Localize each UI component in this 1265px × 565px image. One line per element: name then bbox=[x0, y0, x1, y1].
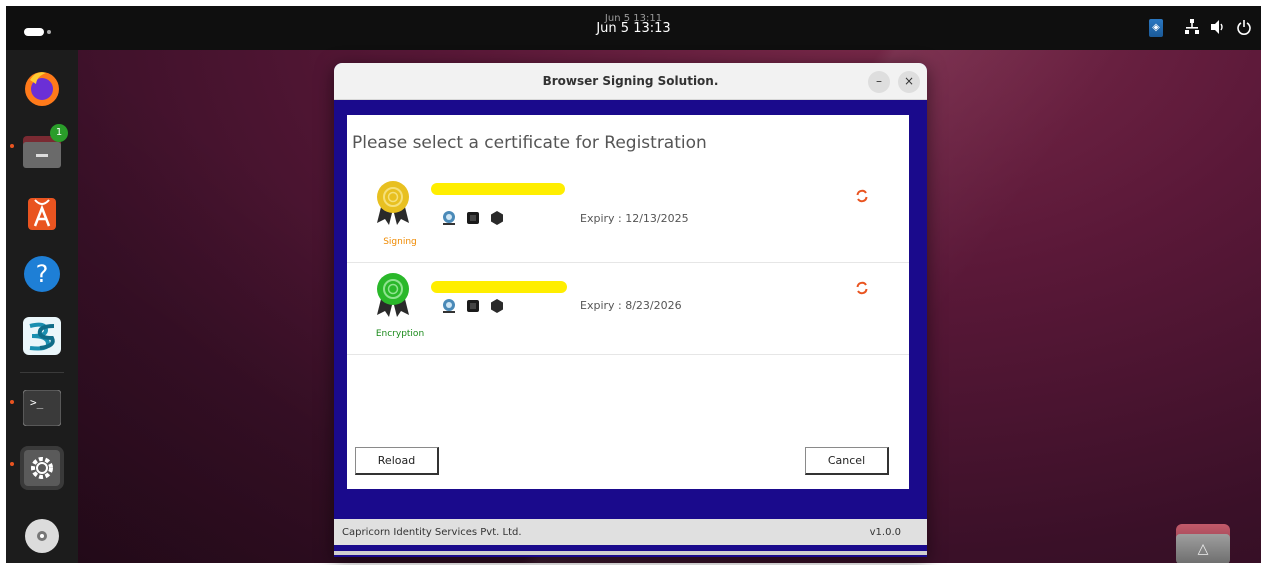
usage-key-icon bbox=[491, 211, 503, 225]
dock-files[interactable]: 1 bbox=[20, 124, 68, 172]
usage-chip-icon bbox=[467, 300, 479, 312]
signing-dialog: Browser Signing Solution. – × Please sel… bbox=[334, 63, 927, 557]
certificate-medal-icon bbox=[377, 181, 409, 225]
bs-app-icon bbox=[23, 317, 61, 355]
dialog-statusbar: Capricorn Identity Services Pvt. Ltd. v1… bbox=[334, 519, 927, 545]
power-icon bbox=[1237, 20, 1251, 35]
disc-icon bbox=[25, 519, 59, 553]
svg-text:>_: >_ bbox=[30, 396, 44, 409]
refresh-icon[interactable] bbox=[855, 189, 869, 203]
desktop-trash[interactable]: △ bbox=[1176, 524, 1230, 563]
refresh-icon[interactable] bbox=[855, 281, 869, 295]
minimize-button[interactable]: – bbox=[868, 71, 890, 93]
tray-app-icon[interactable]: ◈ bbox=[1149, 19, 1163, 37]
dock: 1 ? >_ bbox=[6, 50, 78, 563]
certificate-expiry: Expiry : 8/23/2026 bbox=[580, 299, 682, 312]
close-button[interactable]: × bbox=[898, 71, 920, 93]
usage-key-icon bbox=[491, 299, 503, 313]
top-bar: Jun 5 13:11 Jun 5 13:13 ◈ bbox=[6, 6, 1261, 50]
dock-settings[interactable] bbox=[20, 446, 64, 490]
usage-chip-icon bbox=[467, 212, 479, 224]
files-running-indicator bbox=[10, 144, 14, 148]
terminal-icon: >_ bbox=[23, 390, 61, 426]
dock-help[interactable]: ? bbox=[20, 252, 64, 296]
terminal-running-indicator bbox=[10, 400, 14, 404]
usage-id-icon bbox=[443, 211, 455, 225]
certificate-row-encryption[interactable]: Encryption Expiry : 8/23/2026 bbox=[347, 267, 909, 355]
app-version: v1.0.0 bbox=[869, 527, 901, 538]
certificate-expiry: Expiry : 12/13/2025 bbox=[580, 212, 689, 225]
company-name: Capricorn Identity Services Pvt. Ltd. bbox=[342, 527, 522, 538]
trash-icon: △ bbox=[1176, 534, 1230, 563]
certificate-type-label: Encryption bbox=[375, 329, 425, 339]
volume-icon bbox=[1211, 20, 1223, 34]
dock-bs-app[interactable] bbox=[20, 314, 64, 358]
settings-icon bbox=[24, 450, 60, 486]
network-icon bbox=[1185, 19, 1199, 34]
help-icon: ? bbox=[24, 256, 60, 292]
files-badge: 1 bbox=[50, 124, 68, 142]
dialog-bottom-edge bbox=[334, 551, 927, 555]
dock-app-center[interactable] bbox=[20, 190, 64, 234]
dock-separator bbox=[20, 372, 64, 373]
certificate-panel: Please select a certificate for Registra… bbox=[347, 115, 909, 489]
dock-disc[interactable] bbox=[20, 514, 64, 558]
certificate-row-signing[interactable]: Signing Expiry : 12/13/2025 bbox=[347, 175, 909, 263]
certificate-name-redaction bbox=[431, 281, 567, 293]
dialog-title: Browser Signing Solution. bbox=[542, 74, 719, 88]
svg-text:?: ? bbox=[36, 260, 49, 288]
reload-button[interactable]: Reload bbox=[355, 447, 439, 475]
certificate-name-redaction bbox=[431, 183, 565, 195]
usage-id-icon bbox=[443, 299, 455, 313]
certificate-type-label: Signing bbox=[383, 237, 417, 247]
clock[interactable]: Jun 5 13:13 bbox=[6, 21, 1261, 36]
firefox-icon bbox=[25, 72, 59, 106]
certificate-usage-icons bbox=[441, 298, 505, 314]
app-center-icon bbox=[28, 198, 56, 230]
system-tray[interactable]: ◈ bbox=[1149, 19, 1251, 37]
dock-terminal[interactable]: >_ bbox=[20, 386, 64, 430]
certificate-usage-icons bbox=[441, 210, 505, 226]
cancel-button[interactable]: Cancel bbox=[805, 447, 889, 475]
dialog-titlebar[interactable]: Browser Signing Solution. – × bbox=[334, 63, 927, 100]
dock-firefox[interactable] bbox=[20, 66, 64, 110]
certificate-medal-icon bbox=[377, 273, 409, 317]
settings-running-indicator bbox=[10, 462, 14, 466]
page-title: Please select a certificate for Registra… bbox=[352, 133, 707, 153]
